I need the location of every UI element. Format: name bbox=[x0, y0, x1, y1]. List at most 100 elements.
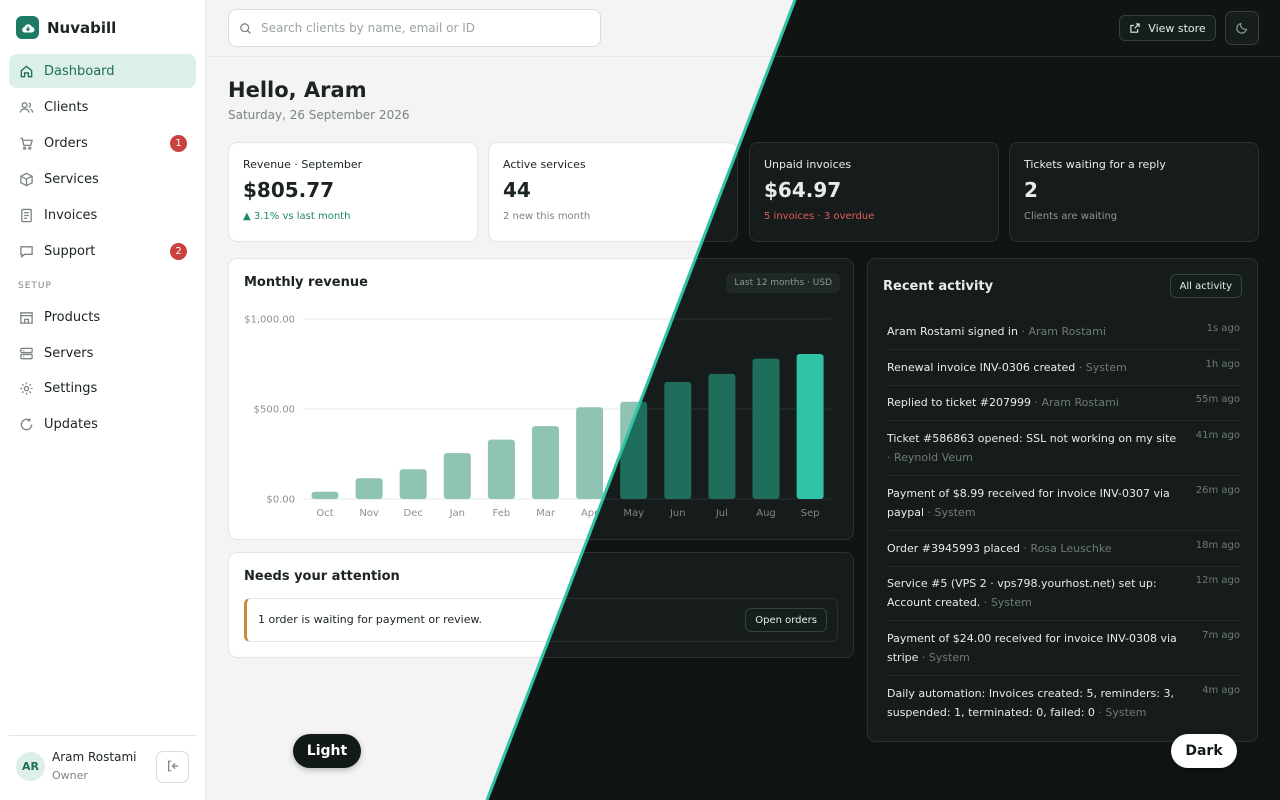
sidebar-item-dashboard[interactable]: Dashboard bbox=[9, 54, 196, 88]
revenue-bar[interactable] bbox=[708, 373, 736, 499]
revenue-bar[interactable] bbox=[355, 478, 383, 499]
revenue-bar[interactable] bbox=[399, 469, 427, 499]
sidebar-item-invoices[interactable]: Invoices bbox=[9, 198, 196, 232]
y-tick-label: $0.00 bbox=[266, 495, 295, 506]
stat-value: 44 bbox=[503, 178, 531, 202]
brand[interactable]: Nuvabill bbox=[16, 16, 116, 39]
sidebar-item-orders[interactable]: Orders 1 bbox=[9, 126, 196, 160]
activity-message: Replied to ticket #207999 bbox=[887, 396, 1031, 409]
stat-label: Active services bbox=[503, 158, 586, 171]
sidebar-item-settings[interactable]: Settings bbox=[9, 371, 196, 405]
moon-icon bbox=[1235, 21, 1249, 35]
view-store-label: View store bbox=[1148, 21, 1206, 35]
revenue-bar[interactable] bbox=[532, 426, 559, 499]
revenue-bar[interactable] bbox=[443, 453, 471, 499]
activity-item[interactable]: Order #3945993 placed · Rosa Leuschke 18m… bbox=[887, 531, 1242, 567]
x-tick-label: May bbox=[623, 508, 644, 519]
x-tick-label: Nov bbox=[359, 508, 379, 519]
sidebar-item-label: Dashboard bbox=[44, 63, 115, 79]
logout-icon bbox=[166, 758, 180, 777]
activity-panel: Recent activity All activity Aram Rostam… bbox=[867, 258, 1258, 742]
open-orders-button[interactable]: Open orders bbox=[745, 608, 827, 632]
view-store-button[interactable]: View store bbox=[1119, 15, 1216, 41]
activity-item[interactable]: Payment of $24.00 received for invoice I… bbox=[887, 621, 1242, 676]
sidebar-item-servers[interactable]: Servers bbox=[9, 336, 196, 370]
activity-item[interactable]: Ticket #586863 opened: SSL not working o… bbox=[887, 421, 1242, 476]
activity-actor: Aram Rostami bbox=[1041, 396, 1119, 409]
stat-value: $64.97 bbox=[764, 178, 842, 202]
activity-actor: System bbox=[928, 651, 970, 664]
sidebar-item-clients[interactable]: Clients bbox=[9, 90, 196, 124]
sidebar-item-support[interactable]: Support 2 bbox=[9, 234, 196, 268]
sidebar-item-label: Products bbox=[44, 309, 101, 325]
activity-message: Order #3945993 placed bbox=[887, 542, 1021, 555]
activity-message: Ticket #586863 opened: SSL not working o… bbox=[887, 432, 1177, 445]
x-tick-label: Oct bbox=[316, 508, 333, 519]
activity-actor: System bbox=[1085, 361, 1127, 374]
revenue-bar[interactable] bbox=[576, 407, 604, 499]
sidebar-item-services[interactable]: Services bbox=[9, 162, 196, 196]
activity-item[interactable]: Renewal invoice INV-0306 created · Syste… bbox=[887, 350, 1242, 386]
activity-actor: System bbox=[990, 596, 1032, 609]
activity-actor: System bbox=[1105, 706, 1147, 719]
stat-sub: 2 new this month bbox=[503, 211, 591, 222]
sidebar-item-label: Orders bbox=[44, 135, 88, 151]
stat-value: 2 bbox=[1024, 178, 1038, 202]
all-activity-button[interactable]: All activity bbox=[1169, 274, 1242, 298]
user-profile: AR Aram Rostami Owner bbox=[9, 735, 197, 795]
revenue-bar[interactable] bbox=[487, 439, 515, 499]
activity-text: Replied to ticket #207999 · Aram Rostami bbox=[887, 396, 1119, 409]
stat-label: Unpaid invoices bbox=[764, 158, 852, 171]
gear-icon bbox=[18, 380, 34, 396]
activity-time: 12m ago bbox=[1195, 575, 1240, 586]
activity-text: Renewal invoice INV-0306 created · Syste… bbox=[887, 361, 1127, 374]
revenue-bar[interactable] bbox=[664, 382, 692, 499]
activity-item[interactable]: Aram Rostami signed in · Aram Rostami 1s … bbox=[887, 314, 1242, 350]
setup-section-label: SETUP bbox=[18, 281, 52, 291]
revenue-bar[interactable] bbox=[796, 353, 824, 499]
activity-time: 1h ago bbox=[1205, 359, 1240, 370]
store-icon bbox=[18, 309, 34, 325]
activity-item[interactable]: Service #5 (VPS 2 · vps798.yourhost.net)… bbox=[887, 566, 1242, 621]
stat-sub: Clients are waiting bbox=[1024, 211, 1118, 222]
x-tick-label: Jul bbox=[715, 508, 728, 519]
sidebar-item-label: Invoices bbox=[44, 207, 98, 223]
light-mode-label: Light bbox=[293, 734, 361, 768]
sidebar-item-products[interactable]: Products bbox=[9, 300, 196, 334]
sidebar-item-label: Support bbox=[44, 243, 96, 259]
activity-text: Order #3945993 placed · Rosa Leuschke bbox=[887, 542, 1112, 555]
activity-message: Aram Rostami signed in bbox=[887, 325, 1018, 338]
stat-trend: ▲ 3.1% vs last month bbox=[243, 211, 351, 222]
server-icon bbox=[18, 345, 34, 361]
search-input[interactable] bbox=[261, 21, 581, 35]
activity-actor: Reynold Veum bbox=[894, 451, 973, 464]
avatar[interactable]: AR bbox=[16, 752, 45, 781]
activity-time: 41m ago bbox=[1195, 430, 1240, 441]
activity-text: Service #5 (VPS 2 · vps798.yourhost.net)… bbox=[887, 577, 1157, 609]
revenue-bar[interactable] bbox=[311, 491, 339, 499]
dark-mode-label: Dark bbox=[1171, 734, 1237, 768]
current-date: Saturday, 26 September 2026 bbox=[228, 108, 410, 122]
sidebar-item-label: Servers bbox=[44, 345, 94, 361]
orders-count-badge: 1 bbox=[170, 135, 187, 152]
x-tick-label: Jan bbox=[449, 508, 465, 519]
x-tick-label: Jun bbox=[669, 508, 686, 519]
logout-button[interactable] bbox=[156, 751, 189, 783]
activity-item[interactable]: Replied to ticket #207999 · Aram Rostami… bbox=[887, 385, 1242, 421]
activity-time: 55m ago bbox=[1195, 394, 1240, 405]
activity-text: Ticket #586863 opened: SSL not working o… bbox=[887, 432, 1177, 464]
attention-title: Needs your attention bbox=[244, 569, 400, 584]
y-tick-label: $500.00 bbox=[254, 405, 295, 416]
theme-toggle-button[interactable] bbox=[1225, 11, 1259, 45]
revenue-bar[interactable] bbox=[752, 358, 780, 499]
stat-card-active-services: Active services 44 2 new this month bbox=[488, 142, 738, 242]
y-tick-label: $1,000.00 bbox=[244, 315, 295, 326]
search-box[interactable] bbox=[228, 9, 601, 47]
sidebar-item-label: Clients bbox=[44, 99, 89, 115]
stat-sub: 5 invoices · 3 overdue bbox=[764, 211, 875, 222]
activity-item[interactable]: Daily automation: Invoices created: 5, r… bbox=[887, 676, 1242, 731]
user-role: Owner bbox=[52, 769, 88, 782]
activity-title: Recent activity bbox=[883, 279, 994, 294]
activity-item[interactable]: Payment of $8.99 received for invoice IN… bbox=[887, 476, 1242, 531]
sidebar-item-updates[interactable]: Updates bbox=[9, 407, 196, 441]
